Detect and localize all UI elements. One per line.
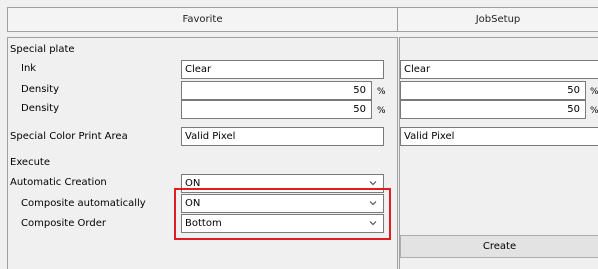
- favorite-column-header: Favorite: [7, 7, 398, 32]
- jobsetup-column-header: JobSetup: [397, 7, 598, 32]
- jobsetup-percent-unit-1: %: [590, 87, 598, 97]
- chevron-down-icon: [369, 181, 377, 186]
- automatic-creation-label: Automatic Creation: [10, 177, 107, 188]
- jobsetup-density-input-1[interactable]: 50: [400, 81, 586, 100]
- favorite-percent-unit-1: %: [377, 87, 386, 97]
- jobsetup-ink-input[interactable]: Clear: [400, 60, 598, 79]
- highlight-box: [174, 188, 391, 240]
- ink-label: Ink: [21, 63, 37, 74]
- density-label-1: Density: [21, 84, 60, 95]
- favorite-print-area-input[interactable]: Valid Pixel: [181, 127, 384, 146]
- favorite-ink-input[interactable]: Clear: [181, 60, 384, 79]
- composite-order-label: Composite Order: [21, 218, 106, 229]
- special-plate-heading: Special plate: [10, 44, 75, 55]
- jobsetup-density-input-2[interactable]: 50: [400, 100, 586, 119]
- composite-automatically-label: Composite automatically: [21, 198, 146, 209]
- special-color-print-area-label: Special Color Print Area: [10, 131, 128, 142]
- favorite-percent-unit-2: %: [377, 106, 386, 116]
- jobsetup-percent-unit-2: %: [590, 106, 598, 116]
- create-button[interactable]: Create: [400, 235, 598, 258]
- jobsetup-print-area-input[interactable]: Valid Pixel: [400, 127, 598, 146]
- density-label-2: Density: [21, 103, 60, 114]
- favorite-density-input-1[interactable]: 50: [181, 81, 372, 100]
- execute-heading: Execute: [10, 157, 50, 168]
- favorite-density-input-2[interactable]: 50: [181, 100, 372, 119]
